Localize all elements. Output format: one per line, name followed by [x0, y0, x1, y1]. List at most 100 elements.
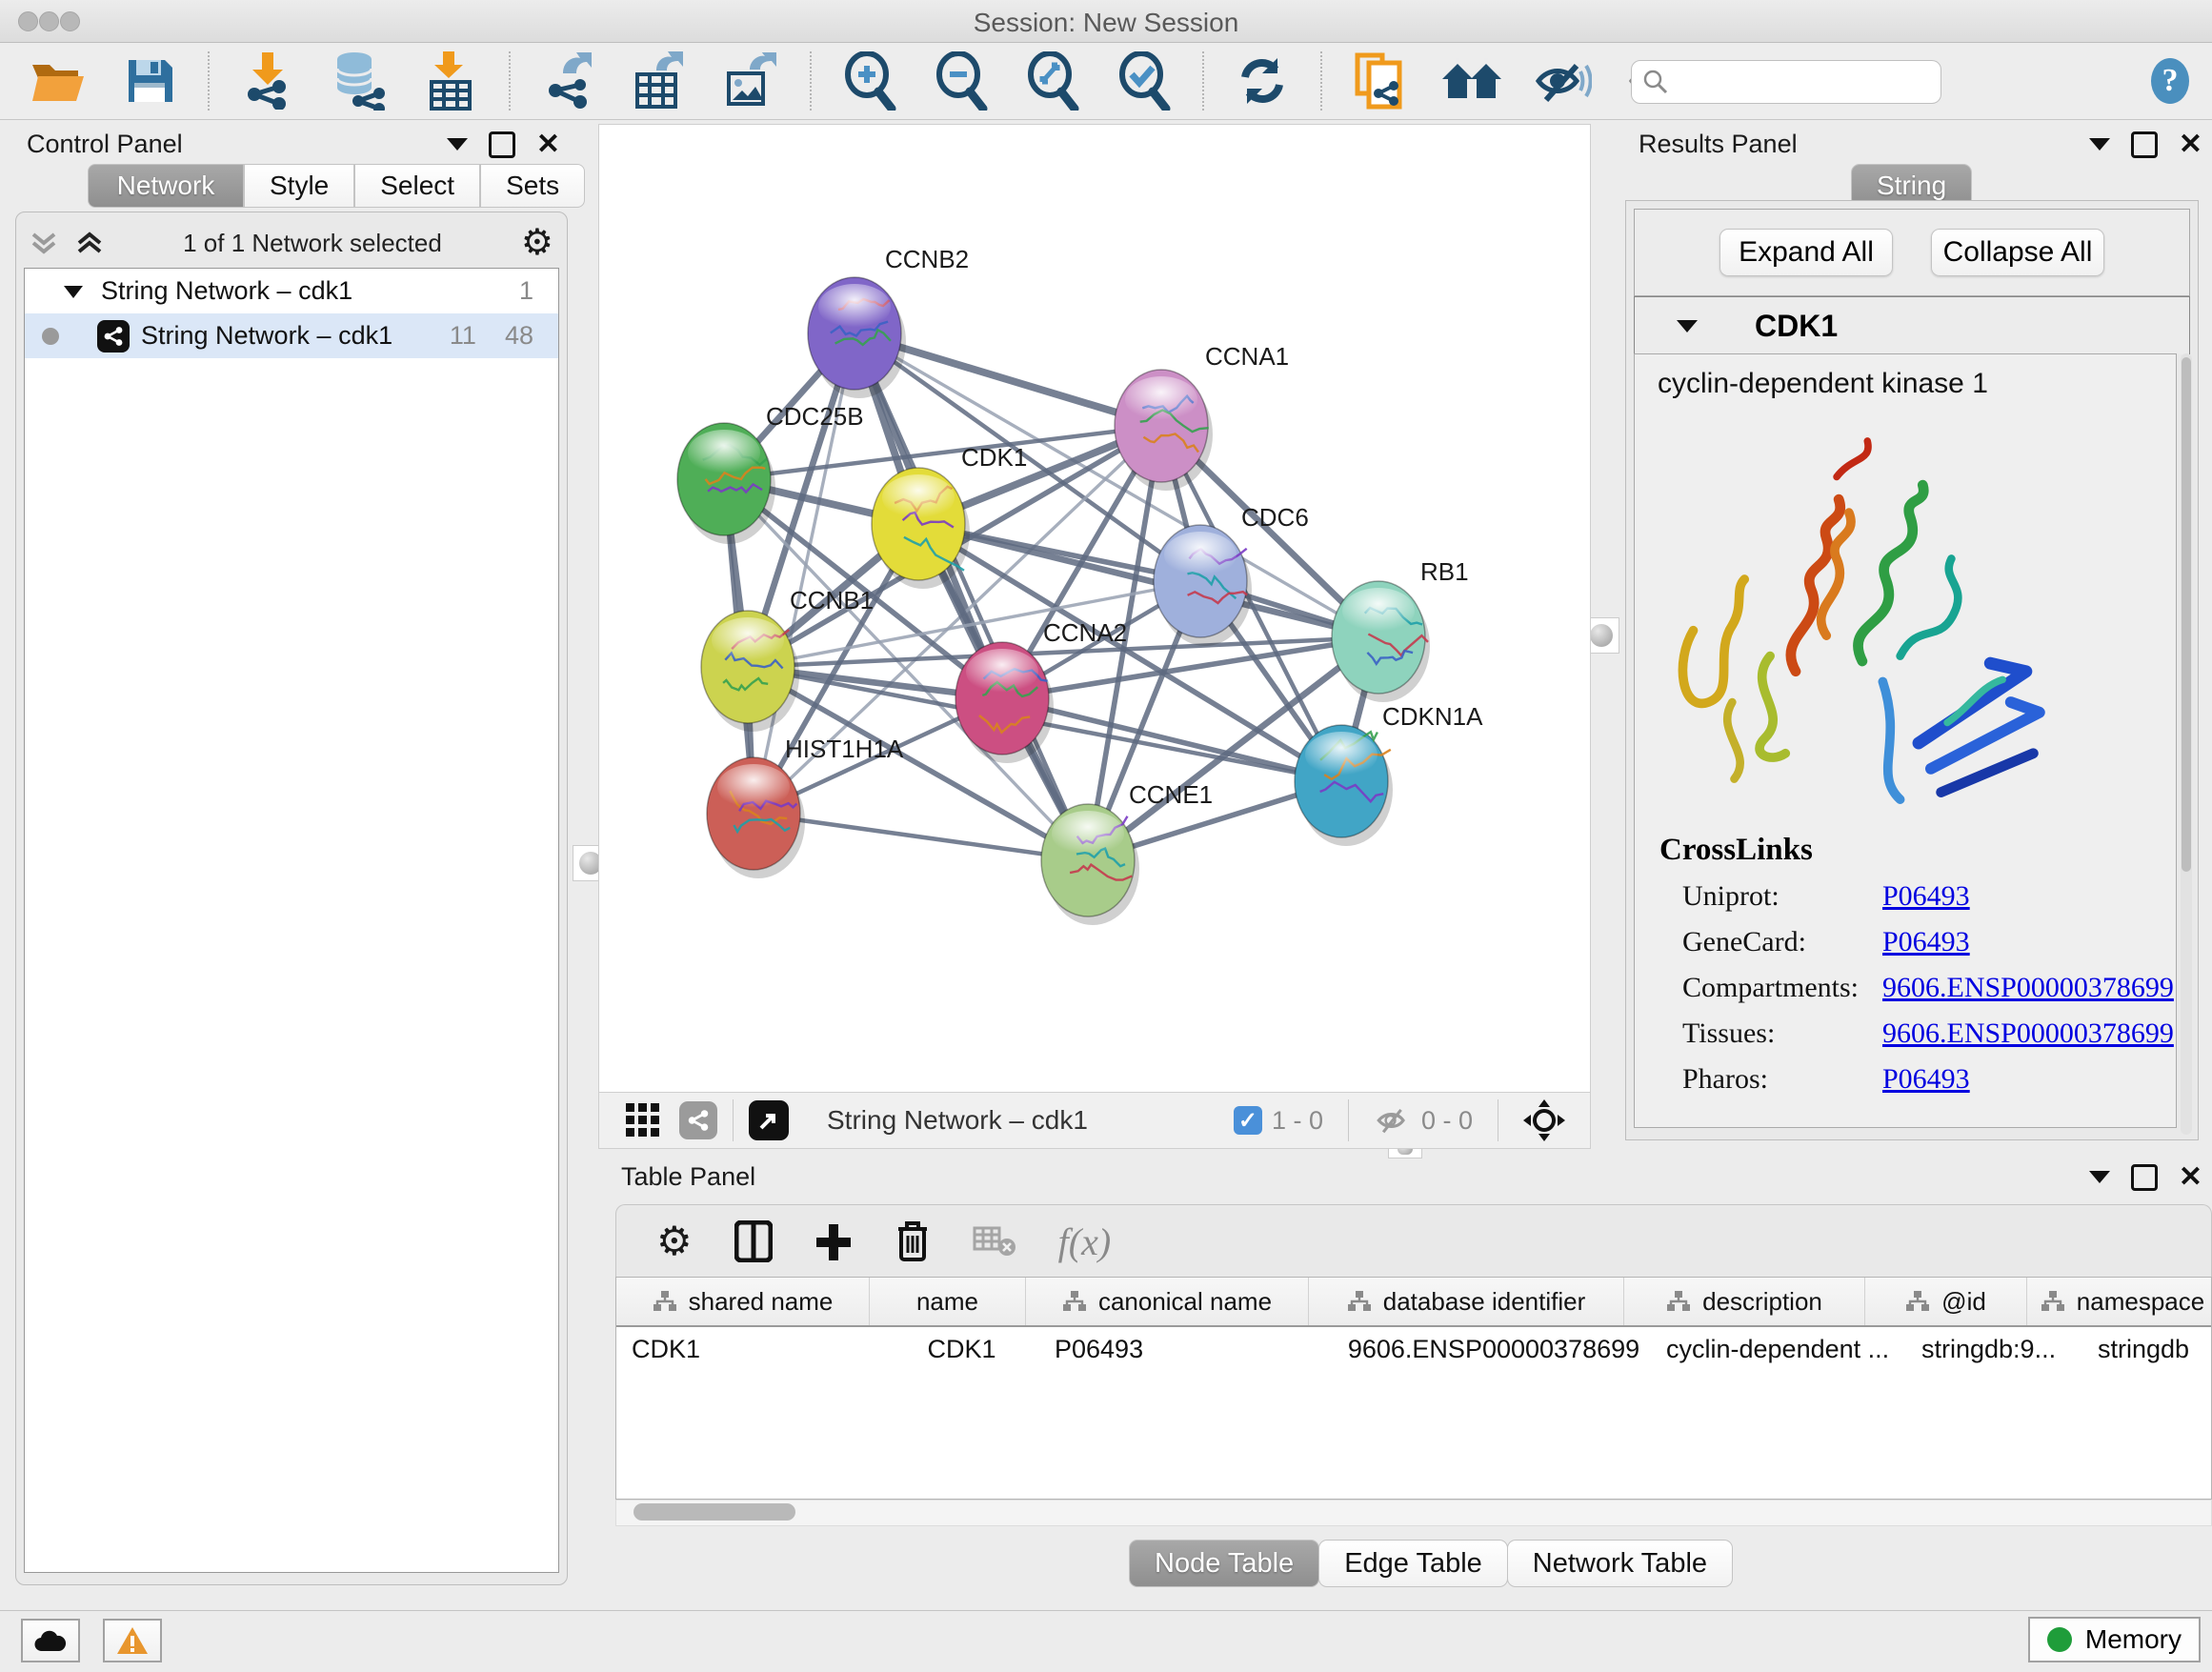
gene-expander-caret[interactable] — [1677, 320, 1698, 332]
float-panel-button[interactable] — [489, 131, 515, 158]
crosslink-value-link[interactable]: 9606.ENSP00000378699 — [1882, 972, 2174, 1004]
column-header[interactable]: name — [870, 1278, 1026, 1325]
collapse-all-button[interactable]: Collapse All — [1931, 229, 2104, 276]
column-header[interactable]: @id — [1865, 1278, 2027, 1325]
export-network-button[interactable] — [539, 51, 598, 111]
expand-all-button[interactable]: Expand All — [1719, 229, 1893, 276]
first-neighbors-button[interactable] — [1442, 51, 1501, 111]
window-title: Session: New Session — [0, 8, 2212, 38]
collapse-all-networks-icon[interactable] — [30, 229, 58, 257]
table-cell[interactable]: stringdb:9... — [1906, 1335, 2082, 1364]
save-session-button[interactable] — [120, 51, 179, 111]
crosslink-value-link[interactable]: 9606.ENSP00000378699 — [1882, 1017, 2174, 1050]
crosshair-icon[interactable] — [1523, 1099, 1565, 1141]
delete-column-icon[interactable] — [895, 1219, 931, 1263]
zoom-fit-button[interactable] — [1023, 51, 1082, 111]
table-row[interactable]: CDK1CDK1P064939606.ENSP00000378699cyclin… — [616, 1327, 2211, 1371]
column-header[interactable]: shared name — [616, 1278, 870, 1325]
table-cell[interactable]: stringdb — [2082, 1335, 2212, 1364]
detach-view-icon[interactable] — [749, 1100, 789, 1140]
node-label: CCNB2 — [885, 245, 969, 273]
memory-button[interactable]: Memory — [2028, 1617, 2201, 1662]
function-builder-icon[interactable]: f(x) — [1058, 1219, 1112, 1264]
cloud-button[interactable] — [21, 1619, 80, 1662]
import-network-file-button[interactable] — [238, 51, 297, 111]
delete-table-icon[interactable] — [973, 1224, 1016, 1259]
hidden-eye-icon[interactable] — [1374, 1105, 1412, 1136]
expand-all-networks-icon[interactable] — [75, 229, 104, 257]
zoom-out-button[interactable] — [932, 51, 991, 111]
network-node-ccne1[interactable]: CCNE1 — [1041, 780, 1213, 925]
network-node-ccnb2[interactable]: CCNB2 — [808, 245, 969, 398]
table-cell[interactable]: cyclin-dependent ... — [1651, 1335, 1906, 1364]
network-node-cdkn1a[interactable]: CDKN1A — [1295, 702, 1483, 846]
crosslink-row: Uniprot:P06493 — [1635, 874, 2176, 919]
refresh-button[interactable] — [1233, 51, 1292, 111]
float-panel-button[interactable] — [2131, 131, 2158, 158]
network-node-rb1[interactable]: RB1 — [1332, 557, 1469, 702]
help-button[interactable]: ? — [2145, 56, 2195, 106]
hide-selected-button[interactable] — [1534, 51, 1593, 111]
table-cell[interactable]: CDK1 — [616, 1335, 884, 1364]
table-cell[interactable]: CDK1 — [884, 1335, 1039, 1364]
crosslink-row: Tissues:9606.ENSP00000378699 — [1635, 1011, 2176, 1057]
import-table-file-button[interactable] — [421, 51, 480, 111]
tab-node-table[interactable]: Node Table — [1129, 1540, 1319, 1587]
zoom-in-button[interactable] — [840, 51, 899, 111]
create-column-icon[interactable] — [814, 1220, 853, 1262]
network-collection-row[interactable]: String Network – cdk1 1 — [25, 269, 558, 313]
open-session-button[interactable] — [29, 51, 88, 111]
network-node-ccnb1[interactable]: CCNB1 — [701, 586, 874, 732]
show-columns-icon[interactable] — [734, 1220, 773, 1262]
tab-sets[interactable]: Sets — [480, 164, 585, 208]
table-cell[interactable]: P06493 — [1039, 1335, 1337, 1364]
crosslink-value-link[interactable]: P06493 — [1882, 1063, 1970, 1096]
import-network-database-button[interactable] — [330, 51, 389, 111]
column-header[interactable]: description — [1624, 1278, 1865, 1325]
node-table[interactable]: shared namenamecanonical namedatabase id… — [615, 1277, 2212, 1500]
panel-menu-caret[interactable] — [2089, 1171, 2110, 1183]
panel-menu-caret[interactable] — [2089, 138, 2110, 151]
warnings-button[interactable] — [103, 1619, 162, 1662]
network-node-cdc25b[interactable]: CDC25B — [677, 402, 864, 544]
results-scrollbar[interactable] — [2181, 353, 2192, 1135]
close-panel-button[interactable]: ✕ — [536, 134, 560, 155]
column-header[interactable]: canonical name — [1026, 1278, 1309, 1325]
network-view[interactable]: CCNB2CCNA1CDC25BCDK1CDC6RB1CCNB1CCNA2CDK… — [598, 124, 1591, 1094]
close-panel-button[interactable]: ✕ — [2179, 134, 2202, 155]
search-input[interactable] — [1668, 67, 1910, 98]
export-image-button[interactable] — [722, 51, 781, 111]
float-panel-button[interactable] — [2131, 1164, 2158, 1191]
search-box[interactable] — [1631, 60, 1941, 104]
column-header[interactable]: database identifier — [1309, 1278, 1624, 1325]
network-node-ccna1[interactable]: CCNA1 — [1115, 342, 1289, 491]
tab-select[interactable]: Select — [354, 164, 480, 208]
tab-network[interactable]: Network — [88, 164, 244, 208]
panel-menu-caret[interactable] — [447, 138, 468, 151]
svg-text:?: ? — [2162, 63, 2179, 98]
network-node-hist1h1a[interactable]: HIST1H1A — [707, 735, 904, 878]
network-share-icon[interactable] — [679, 1101, 717, 1139]
table-horizontal-scrollbar[interactable] — [615, 1500, 2212, 1526]
tab-edge-table[interactable]: Edge Table — [1318, 1540, 1508, 1587]
crosslink-value-link[interactable]: P06493 — [1882, 926, 1970, 958]
close-panel-button[interactable]: ✕ — [2179, 1167, 2202, 1188]
protein-structure-image — [1635, 400, 2176, 825]
table-cell[interactable]: 9606.ENSP00000378699 — [1337, 1335, 1651, 1364]
network-options-gear-icon[interactable]: ⚙ — [521, 225, 553, 261]
network-node-cdc6[interactable]: CDC6 — [1154, 503, 1309, 646]
network-edge[interactable] — [855, 333, 1088, 860]
selected-checkbox-icon[interactable]: ✓ — [1234, 1106, 1262, 1135]
export-table-button[interactable] — [631, 51, 690, 111]
clone-network-button[interactable] — [1351, 51, 1410, 111]
tab-network-table[interactable]: Network Table — [1507, 1540, 1733, 1587]
gene-section-header[interactable]: CDK1 — [1634, 296, 2190, 354]
network-row[interactable]: String Network – cdk1 11 48 — [25, 313, 558, 358]
crosslink-value-link[interactable]: P06493 — [1882, 880, 1970, 913]
column-header[interactable]: namespace — [2027, 1278, 2212, 1325]
table-settings-gear-icon[interactable]: ⚙ — [656, 1221, 693, 1261]
tree-expander-icon[interactable] — [63, 283, 84, 300]
tab-style[interactable]: Style — [244, 164, 354, 208]
zoom-selected-button[interactable] — [1115, 51, 1174, 111]
grid-view-icon[interactable] — [626, 1103, 660, 1138]
